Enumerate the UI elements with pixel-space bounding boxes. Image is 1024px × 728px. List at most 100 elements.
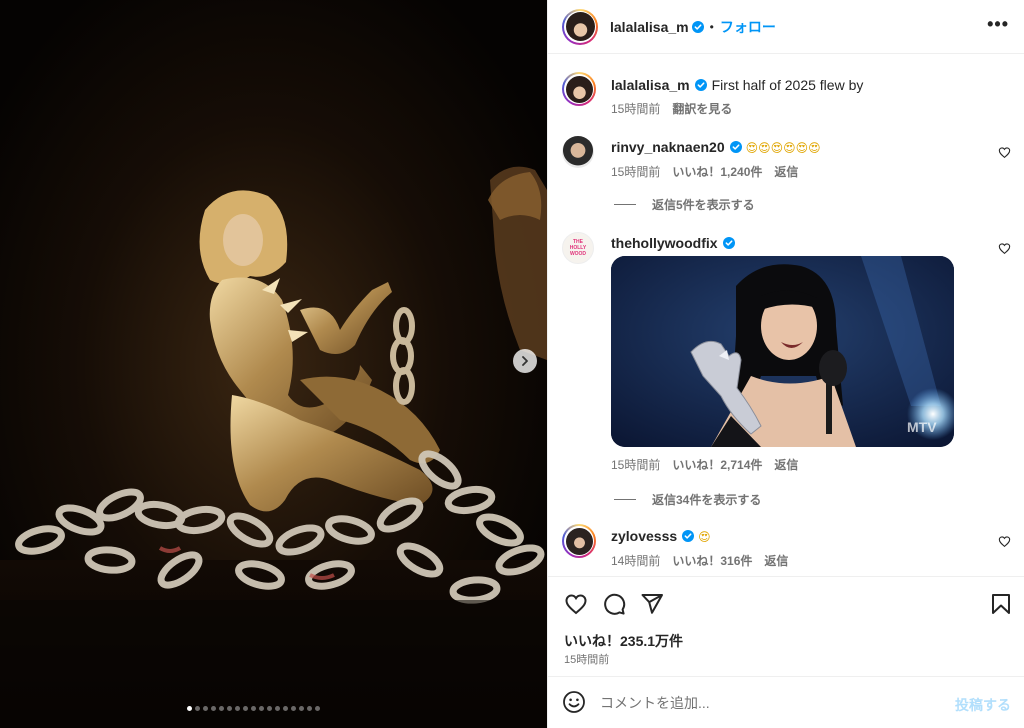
comment-item: THE HOLLY WOOD thehollywoodfix MTV 15時間前… [562,232,1011,512]
heart-icon[interactable] [998,242,1011,255]
share-icon[interactable] [640,592,664,616]
post-comment-button[interactable]: 投稿する [955,695,1011,715]
reply-button[interactable]: 返信 [774,456,798,473]
post-media [0,0,547,728]
carousel-dot [235,706,240,711]
replies-line [614,204,636,205]
commenter-avatar[interactable] [562,524,596,558]
carousel-dot [195,706,200,711]
verified-icon [691,20,704,33]
avatar-inner [564,526,594,556]
comment-body: rinvy_naknaen20 😍😍😍😍😍😍 15時間前 いいね！1,240件 返… [611,138,987,180]
comment-text: 😍 [698,530,711,544]
comment-body: zylovesss 😍 14時間前 いいね！316件 返信 [611,527,987,569]
comment-username[interactable]: thehollywoodfix [611,235,718,251]
post-side-panel: lalalalisa_m • フォロー ••• lalalalisa_m Firs… [547,0,1024,728]
replies-line [614,499,636,500]
comment-icon[interactable] [602,592,626,616]
avatar-image [565,12,595,41]
header-meta: lalalalisa_m • フォロー [610,17,776,37]
comment-meta: 15時間前 いいね！1,240件 返信 [611,163,987,180]
more-icon[interactable]: ••• [987,14,1009,35]
caption-time[interactable]: 15時間前 [611,100,660,117]
caption-line: lalalalisa_m First half of 2025 flew by [611,76,987,94]
follow-button[interactable]: フォロー [720,17,776,37]
carousel-dot [203,706,208,711]
carousel-indicator [187,706,320,711]
next-photo-button[interactable] [513,349,537,373]
carousel-dot [267,706,272,711]
carousel-dot [251,706,256,711]
author-avatar[interactable] [562,8,598,45]
comment-gif[interactable]: MTV [611,256,954,447]
carousel-dot [187,706,192,711]
author-username[interactable]: lalalalisa_m [610,19,689,35]
comment-time[interactable]: 14時間前 [611,552,660,569]
comment-username[interactable]: rinvy_naknaen20 [611,139,725,155]
reply-button[interactable]: 返信 [774,163,798,180]
comment-meta: 15時間前 いいね！2,714件 返信 [611,456,987,473]
comment-line: zylovesss 😍 [611,527,987,546]
view-replies-button[interactable]: 返信5件を表示する [614,196,755,213]
likes-count[interactable]: いいね！235.1万件 [564,631,683,651]
post-viewer: lalalalisa_m • フォロー ••• lalalalisa_m Firs… [0,0,1024,728]
commenter-avatar[interactable]: THE HOLLY WOOD [562,232,594,264]
header-separator: • [709,19,714,34]
svg-text:MTV: MTV [907,419,937,435]
comment-input[interactable] [600,689,940,717]
avatar-inner [564,74,594,104]
avatar-inner [564,10,596,43]
comment-line: rinvy_naknaen20 😍😍😍😍😍😍 [611,138,987,157]
comment-meta: 14時間前 いいね！316件 返信 [611,552,987,569]
view-replies-label: 返信5件を表示する [652,198,755,212]
comment-line: thehollywoodfix [611,234,987,252]
comments-list: lalalalisa_m First half of 2025 flew by 1… [548,54,1024,576]
verified-icon [729,141,742,153]
reply-button[interactable]: 返信 [764,552,788,569]
post-photo [0,0,547,728]
comment-text: 😍😍😍😍😍😍 [745,141,821,155]
carousel-dot [283,706,288,711]
post-actions: いいね！235.1万件 15時間前 [548,576,1024,676]
carousel-dot [219,706,224,711]
carousel-dot [307,706,312,711]
carousel-dot [291,706,296,711]
comment-likes[interactable]: いいね！1,240件 [672,163,762,180]
bookmark-icon[interactable] [989,592,1013,616]
caption-avatar[interactable] [562,72,596,106]
emoji-icon[interactable] [562,690,586,714]
caption-meta: 15時間前 翻訳を見る [611,100,987,117]
carousel-dot [259,706,264,711]
gif-image: MTV [611,256,954,447]
carousel-dot [211,706,216,711]
comment-likes[interactable]: いいね！2,714件 [672,456,762,473]
carousel-dot [299,706,304,711]
post-time[interactable]: 15時間前 [564,651,609,667]
heart-icon[interactable] [998,146,1011,159]
caption-body: lalalalisa_m First half of 2025 flew by 1… [611,76,987,117]
comment-username[interactable]: zylovesss [611,528,677,544]
view-replies-button[interactable]: 返信34件を表示する [614,491,761,508]
view-replies-label: 返信34件を表示する [652,493,762,507]
avatar-image [565,527,593,555]
comment-likes[interactable]: いいね！316件 [672,552,752,569]
comment-body: 15時間前 いいね！2,714件 返信 [611,456,987,473]
comment-item: zylovesss 😍 14時間前 いいね！316件 返信 [562,524,1011,574]
avatar-image [565,75,593,103]
verified-icon [722,237,735,249]
avatar-logo-text: THE HOLLY WOOD [569,239,587,257]
chevron-right-icon [522,356,528,366]
carousel-dot [275,706,280,711]
translate-button[interactable]: 翻訳を見る [672,100,732,117]
comment-composer: 投稿する [548,676,1024,728]
heart-icon[interactable] [998,535,1011,548]
commenter-avatar[interactable] [562,136,594,168]
comment-time[interactable]: 15時間前 [611,456,660,473]
comment-item: rinvy_naknaen20 😍😍😍😍😍😍 15時間前 いいね！1,240件 返… [562,136,1011,186]
caption-username[interactable]: lalalalisa_m [611,77,690,93]
verified-icon [682,530,695,542]
heart-icon[interactable] [564,592,588,616]
comment-time[interactable]: 15時間前 [611,163,660,180]
verified-icon [694,79,707,91]
carousel-dot [315,706,320,711]
